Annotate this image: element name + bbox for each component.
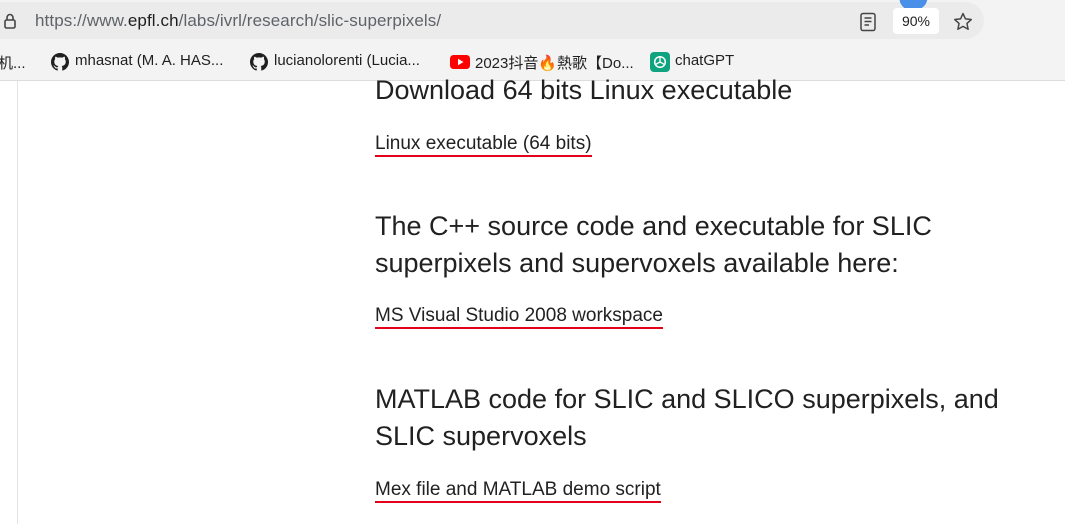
bookmark-item-3[interactable]: lucianolorenti (Lucia... xyxy=(274,52,420,69)
link-mex-matlab-demo[interactable]: Mex file and MATLAB demo script xyxy=(375,479,661,503)
browser-toolbar: https://www.epfl.ch/labs/ivrl/research/s… xyxy=(0,0,1065,42)
reader-mode-icon[interactable] xyxy=(859,12,877,32)
bookmark-item-4[interactable]: 2023抖音🔥熱歌【Do... xyxy=(475,52,634,73)
heading-cpp-source-line2: superpixels and supervoxels available he… xyxy=(375,248,899,278)
page-content: Download 64 bits Linux executable Linux … xyxy=(0,75,1065,524)
zoom-level-badge[interactable]: 90% xyxy=(893,8,939,34)
heading-matlab-line2: SLIC supervoxels xyxy=(375,421,587,451)
bookmark-item-2[interactable]: mhasnat (M. A. HAS... xyxy=(75,52,223,69)
heading-matlab-line1: MATLAB code for SLIC and SLICO superpixe… xyxy=(375,384,999,414)
heading-linux-download: Download 64 bits Linux executable xyxy=(375,75,793,105)
heading-cpp-source-line1: The C++ source code and executable for S… xyxy=(375,211,932,241)
youtube-icon xyxy=(450,55,470,73)
left-divider xyxy=(17,81,18,524)
address-bar[interactable]: https://www.epfl.ch/labs/ivrl/research/s… xyxy=(0,0,984,39)
github-icon xyxy=(51,53,69,71)
url-text[interactable]: https://www.epfl.ch/labs/ivrl/research/s… xyxy=(35,11,441,31)
chatgpt-icon xyxy=(650,52,670,72)
lock-icon[interactable] xyxy=(4,13,16,29)
bookmark-item-1[interactable]: 机... xyxy=(0,52,26,73)
link-linux-executable[interactable]: Linux executable (64 bits) xyxy=(375,133,592,157)
link-ms-visual-studio[interactable]: MS Visual Studio 2008 workspace xyxy=(375,305,663,329)
github-icon xyxy=(250,53,268,71)
bookmark-item-5[interactable]: chatGPT xyxy=(675,52,734,69)
star-icon[interactable] xyxy=(952,11,974,33)
